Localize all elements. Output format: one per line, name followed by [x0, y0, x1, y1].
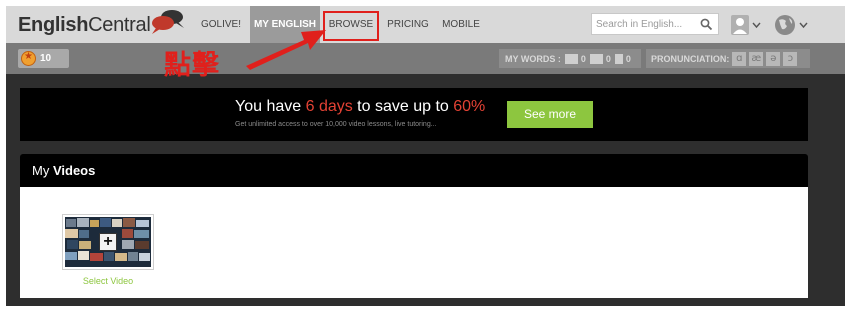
my-videos-title-bold: Videos [52, 163, 96, 178]
phoneme-chip[interactable]: ə [766, 51, 781, 66]
annotation-click-text: 點擊 [164, 50, 220, 81]
search-input[interactable] [596, 17, 692, 31]
star-coin-icon [21, 51, 36, 66]
app-frame: EnglishCentral GOLIVE! MY ENGLISH BROWSE… [6, 6, 845, 306]
my-words-label: MY WORDS : [505, 53, 561, 64]
pronunciation-label: PRONUNCIATION: [651, 53, 730, 64]
language-globe-icon[interactable] [774, 14, 810, 36]
englishcentral-logo[interactable]: EnglishCentral [18, 14, 151, 37]
see-more-button[interactable]: See more [507, 101, 593, 128]
highlight-box [323, 11, 379, 41]
my-videos-title: My Videos [32, 163, 95, 178]
my-videos-title-light: My [32, 163, 53, 178]
coin-count: 10 [40, 53, 52, 64]
promo-subtitle: Get unlimited access to over 10,000 vide… [235, 121, 437, 128]
my-videos-header: My Videos [20, 154, 808, 187]
promo-middle: to save up to [352, 98, 454, 115]
annotation-arrow-icon [246, 30, 326, 70]
promo-prefix: You have [235, 98, 306, 115]
word-count-1: 0 [580, 53, 586, 64]
my-videos-panel: + Select Video [20, 187, 808, 298]
nav-mobile[interactable]: MOBILE [438, 6, 484, 43]
promo-headline: You have 6 days to save up to 60% [235, 98, 485, 116]
logo-bold-text: English [18, 14, 89, 36]
user-status-bar: 10 MY WORDS : 0 0 0 PRONUNCIATION: ɑ æ ə… [6, 43, 845, 74]
select-video-link[interactable]: Select Video [62, 276, 154, 286]
nav-golive[interactable]: GOLIVE! [196, 6, 246, 43]
phoneme-chip[interactable]: ɑ [732, 51, 747, 66]
my-words-panel[interactable]: MY WORDS : 0 0 0 [499, 49, 641, 68]
speech-bubbles-icon [152, 10, 184, 34]
nav-pricing[interactable]: PRICING [385, 6, 431, 43]
word-info-icon [614, 53, 623, 64]
video-collage-image: + [65, 217, 151, 267]
user-menu-icon[interactable] [730, 14, 762, 36]
search-box [591, 13, 719, 35]
add-video-plus-icon[interactable]: + [99, 233, 117, 251]
phoneme-chip[interactable]: ɔ [783, 51, 798, 66]
word-list-icon [564, 53, 578, 64]
logo-light-text: Central [88, 14, 151, 36]
word-count-3: 0 [625, 53, 631, 64]
pronunciation-panel: PRONUNCIATION: ɑ æ ə ɔ [646, 49, 810, 68]
phoneme-chip[interactable]: æ [749, 51, 764, 66]
promo-days: 6 days [305, 98, 353, 115]
select-video-thumbnail[interactable]: + [62, 214, 154, 270]
coin-counter[interactable]: 10 [18, 49, 69, 68]
word-count-2: 0 [605, 53, 611, 64]
word-dots-icon [589, 53, 603, 64]
promo-banner: You have 6 days to save up to 60% Get un… [20, 88, 808, 141]
search-icon[interactable] [700, 18, 713, 31]
promo-percent: 60% [453, 98, 486, 115]
top-nav: EnglishCentral GOLIVE! MY ENGLISH BROWSE… [6, 6, 845, 43]
